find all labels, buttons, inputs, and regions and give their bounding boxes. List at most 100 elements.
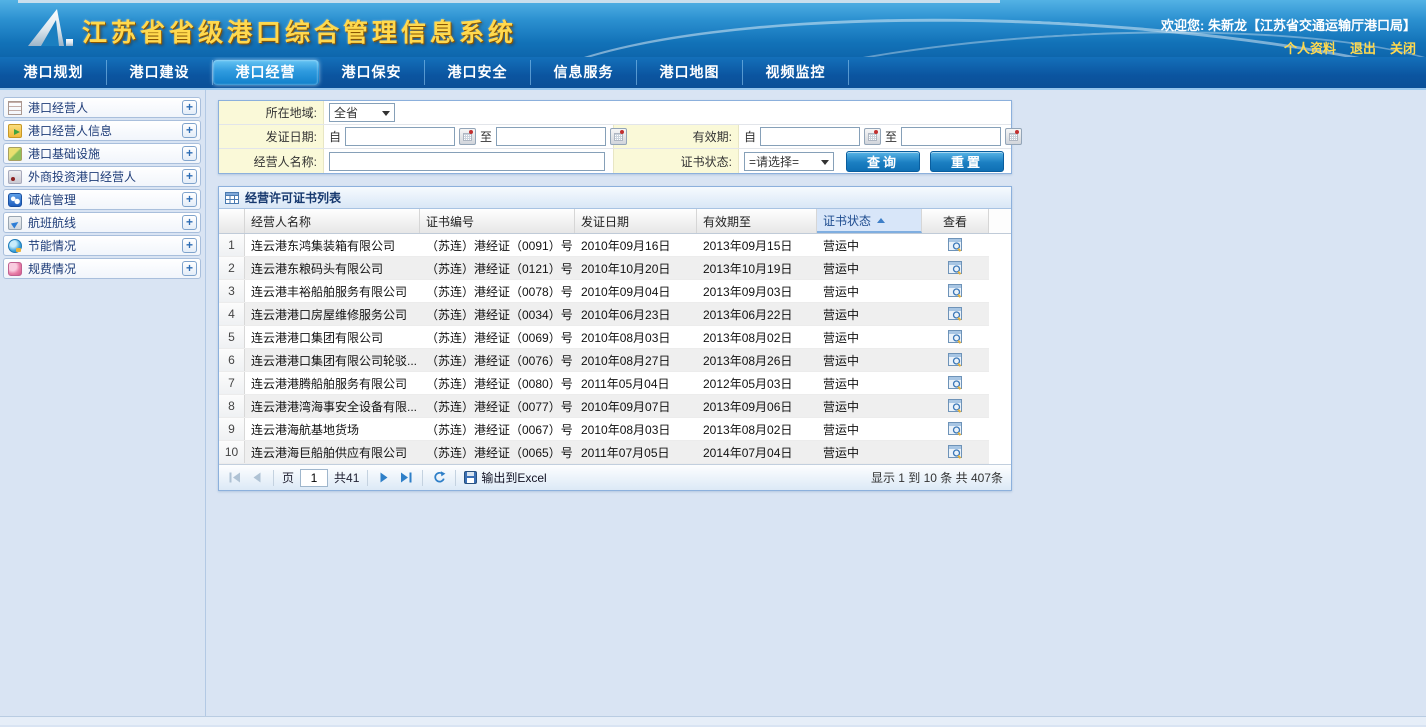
column-header-cert-status[interactable]: 证书状态 bbox=[817, 209, 922, 233]
window-top-edge bbox=[18, 0, 1000, 3]
route-icon bbox=[8, 216, 22, 230]
nav-tab-port-security[interactable]: 港口保安 bbox=[319, 60, 425, 85]
calendar-icon[interactable] bbox=[459, 128, 476, 145]
next-page-button[interactable] bbox=[376, 470, 392, 486]
column-header-label: 证书编号 bbox=[426, 213, 474, 230]
cell-cert-status: 营运中 bbox=[817, 418, 922, 440]
column-header-valid-until[interactable]: 有效期至 bbox=[697, 209, 817, 233]
cell-operator-name: 连云港丰裕船舶服务有限公司 bbox=[245, 280, 420, 302]
view-details-button[interactable] bbox=[922, 418, 989, 440]
expand-button[interactable]: + bbox=[182, 123, 197, 138]
cell-cert-no: （苏连）港经证（0069）号 bbox=[420, 326, 575, 348]
calendar-icon[interactable] bbox=[610, 128, 627, 145]
table-row: 1连云港东鸿集装箱有限公司（苏连）港经证（0091）号2010年09月16日20… bbox=[219, 234, 989, 257]
expand-button[interactable]: + bbox=[182, 238, 197, 253]
page-title: 江苏省省级港口综合管理信息系统 bbox=[82, 13, 517, 49]
table-header-row: 经营人名称证书编号 发证日期 有效期至证书状态 查看 bbox=[219, 209, 1011, 234]
view-details-button[interactable] bbox=[922, 372, 989, 394]
cert-status-select[interactable]: =请选择= bbox=[744, 152, 834, 171]
folder-icon bbox=[8, 124, 22, 138]
region-selected-value: 全省 bbox=[334, 104, 358, 121]
page-input[interactable] bbox=[300, 469, 328, 487]
page-label: 页 bbox=[282, 469, 294, 486]
cell-valid-until: 2013年08月02日 bbox=[697, 418, 817, 440]
nav-tab-port-map[interactable]: 港口地图 bbox=[637, 60, 743, 85]
sidebar-item-shipping-routes[interactable]: 航班航线+ bbox=[3, 212, 201, 233]
nav-tab-video-monitor[interactable]: 视频监控 bbox=[743, 60, 849, 85]
table-row: 8连云港港湾海事安全设备有限...（苏连）港经证（0077）号2010年09月0… bbox=[219, 395, 989, 418]
header-link-close[interactable]: 关闭 bbox=[1390, 38, 1416, 57]
nav-tab-port-construction[interactable]: 港口建设 bbox=[107, 60, 213, 85]
expand-button[interactable]: + bbox=[182, 261, 197, 276]
column-header-view[interactable]: 查看 bbox=[922, 209, 989, 233]
to-label: 至 bbox=[480, 128, 492, 145]
view-details-button[interactable] bbox=[922, 326, 989, 348]
expand-button[interactable]: + bbox=[182, 146, 197, 161]
expand-button[interactable]: + bbox=[182, 169, 197, 184]
validity-from-input[interactable] bbox=[760, 127, 860, 146]
header-link-profile[interactable]: 个人资料 bbox=[1284, 38, 1336, 57]
from-label: 自 bbox=[329, 128, 341, 145]
cell-operator-name: 连云港港口房屋维修服务公司 bbox=[245, 303, 420, 325]
header-link-logout[interactable]: 退出 bbox=[1350, 38, 1376, 57]
expand-button[interactable]: + bbox=[182, 100, 197, 115]
view-details-button[interactable] bbox=[922, 349, 989, 371]
region-label: 所在地域: bbox=[219, 101, 324, 124]
region-select[interactable]: 全省 bbox=[329, 103, 395, 122]
row-number: 1 bbox=[219, 234, 245, 256]
view-details-button[interactable] bbox=[922, 280, 989, 302]
nav-tab-port-planning[interactable]: 港口规划 bbox=[1, 60, 107, 85]
nav-tab-port-operation[interactable]: 港口经营 bbox=[213, 60, 319, 85]
sidebar-item-foreign-invested-operators[interactable]: 外商投资港口经营人+ bbox=[3, 166, 201, 187]
row-number: 8 bbox=[219, 395, 245, 417]
issue-date-label: 发证日期: bbox=[219, 125, 324, 148]
refresh-button[interactable] bbox=[431, 470, 447, 486]
cell-cert-status: 营运中 bbox=[817, 280, 922, 302]
view-details-button[interactable] bbox=[922, 441, 989, 463]
nav-tab-port-safety[interactable]: 港口安全 bbox=[425, 60, 531, 85]
prev-page-button[interactable] bbox=[249, 470, 265, 486]
table-row: 6连云港港口集团有限公司轮驳...（苏连）港经证（0076）号2010年08月2… bbox=[219, 349, 989, 372]
query-button[interactable]: 查询 bbox=[846, 151, 920, 172]
column-header-issue-date[interactable]: 发证日期 bbox=[575, 209, 697, 233]
column-header-label: 发证日期 bbox=[581, 213, 629, 230]
first-page-button[interactable] bbox=[227, 470, 243, 486]
export-excel-button[interactable]: 输出到Excel bbox=[464, 469, 546, 486]
view-details-button[interactable] bbox=[922, 395, 989, 417]
column-header-label: 查看 bbox=[943, 213, 967, 230]
cell-operator-name: 连云港东粮码头有限公司 bbox=[245, 257, 420, 279]
cell-cert-status: 营运中 bbox=[817, 303, 922, 325]
validity-to-input[interactable] bbox=[901, 127, 1001, 146]
cell-operator-name: 连云港海巨船舶供应有限公司 bbox=[245, 441, 420, 463]
issue-date-to-input[interactable] bbox=[496, 127, 606, 146]
operator-name-input[interactable] bbox=[329, 152, 605, 171]
issue-date-from-input[interactable] bbox=[345, 127, 455, 146]
form-row-name-status: 经营人名称: 证书状态: =请选择= 查询 重置 bbox=[219, 149, 1011, 173]
sidebar-item-fees[interactable]: 规费情况+ bbox=[3, 258, 201, 279]
last-page-button[interactable] bbox=[398, 470, 414, 486]
column-header-operator-name[interactable]: 经营人名称 bbox=[245, 209, 420, 233]
operator-name-label: 经营人名称: bbox=[219, 149, 324, 173]
view-details-button[interactable] bbox=[922, 234, 989, 256]
sidebar-item-credit-management[interactable]: 诚信管理+ bbox=[3, 189, 201, 210]
reset-button[interactable]: 重置 bbox=[930, 151, 1004, 172]
table-icon bbox=[225, 192, 239, 204]
sidebar-item-port-operator-info[interactable]: 港口经营人信息+ bbox=[3, 120, 201, 141]
export-excel-label: 输出到Excel bbox=[481, 469, 546, 486]
sidebar-item-label: 港口经营人信息 bbox=[28, 122, 182, 139]
sidebar-item-label: 港口基础设施 bbox=[28, 145, 182, 162]
pager-separator bbox=[455, 470, 456, 486]
view-details-button[interactable] bbox=[922, 257, 989, 279]
view-details-button[interactable] bbox=[922, 303, 989, 325]
column-header-cert-no[interactable]: 证书编号 bbox=[420, 209, 575, 233]
calendar-icon[interactable] bbox=[1005, 128, 1022, 145]
cell-cert-status: 营运中 bbox=[817, 372, 922, 394]
expand-button[interactable]: + bbox=[182, 192, 197, 207]
sidebar-item-energy-saving[interactable]: 节能情况+ bbox=[3, 235, 201, 256]
sidebar-item-label: 诚信管理 bbox=[28, 191, 182, 208]
sidebar-item-port-operators[interactable]: 港口经营人+ bbox=[3, 97, 201, 118]
nav-tab-info-service[interactable]: 信息服务 bbox=[531, 60, 637, 85]
sidebar-item-port-infrastructure[interactable]: 港口基础设施+ bbox=[3, 143, 201, 164]
expand-button[interactable]: + bbox=[182, 215, 197, 230]
calendar-icon[interactable] bbox=[864, 128, 881, 145]
